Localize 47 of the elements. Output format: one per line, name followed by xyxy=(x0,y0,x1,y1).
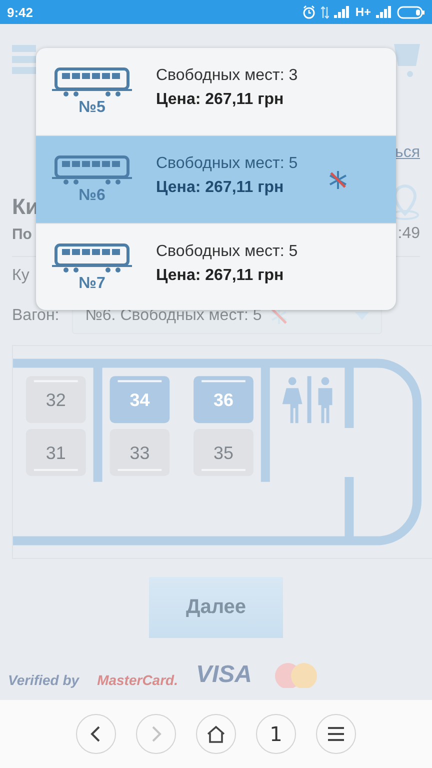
class-label: Ку xyxy=(12,267,30,285)
payment-logo: Verified by xyxy=(8,672,80,688)
wagon-icon xyxy=(52,66,132,96)
battery-icon xyxy=(397,6,425,18)
alarm-icon xyxy=(302,5,316,19)
wagon-option[interactable]: №6 Свободных мест: 5 Цена: 267,11 грн xyxy=(36,136,396,224)
menu-icon[interactable] xyxy=(12,43,36,77)
wagon-icon xyxy=(52,154,132,184)
payment-logo: VISA xyxy=(196,662,252,688)
status-time: 9:42 xyxy=(7,4,34,20)
price: Цена: 267,11 грн xyxy=(156,178,285,196)
taken-seat: 32 xyxy=(26,376,86,424)
signal-icon xyxy=(334,6,350,18)
data-arrows-icon xyxy=(321,6,330,18)
no-ac-icon xyxy=(270,307,288,325)
free-seats: Свободных мест: 5 xyxy=(156,242,298,260)
signal-icon xyxy=(376,6,392,18)
wagon-icon xyxy=(52,242,132,272)
cart-icon[interactable] xyxy=(394,42,420,78)
back-button[interactable] xyxy=(76,714,116,754)
taken-seat: 33 xyxy=(110,429,170,476)
free-seat[interactable]: 34 xyxy=(110,376,170,424)
menu-button[interactable] xyxy=(316,714,356,754)
free-seats: Свободных мест: 5 xyxy=(156,154,298,172)
free-seat[interactable]: 36 xyxy=(194,376,254,424)
train-time: :49 xyxy=(398,225,420,243)
home-icon xyxy=(206,725,226,743)
network-type: H+ xyxy=(355,5,371,19)
restroom-icon xyxy=(282,376,332,424)
taken-seat: 31 xyxy=(26,429,86,476)
menu-icon xyxy=(328,727,344,741)
home-button[interactable] xyxy=(196,714,236,754)
price: Цена: 267,11 грн xyxy=(156,266,285,284)
tabs-button[interactable]: 1 xyxy=(256,714,296,754)
taken-seat: 35 xyxy=(194,429,254,476)
link[interactable]: ься xyxy=(395,144,420,162)
price: Цена: 267,11 грн xyxy=(156,90,285,108)
back-icon xyxy=(90,726,102,742)
caret-icon xyxy=(355,312,370,320)
payment-logo: MasterCard. xyxy=(97,672,178,688)
forward-icon xyxy=(150,726,162,742)
wagon-number: №5 xyxy=(78,98,106,116)
wagon-number: №6 xyxy=(78,186,106,204)
free-seats: Свободных мест: 3 xyxy=(156,66,298,84)
train-route: По xyxy=(12,226,32,242)
wagon-label: Вагон: xyxy=(12,307,60,325)
wagon-number: №7 xyxy=(78,274,106,292)
